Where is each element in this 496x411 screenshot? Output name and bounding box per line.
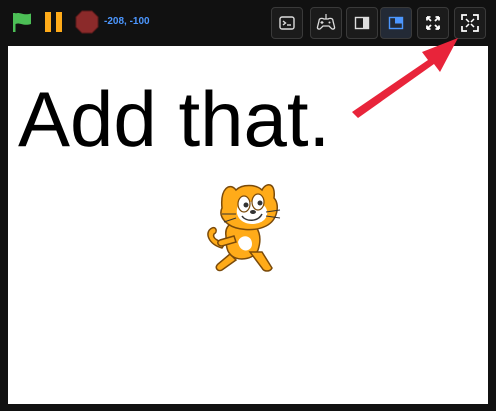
pause-icon[interactable] [42,10,66,34]
green-flag-icon[interactable] [10,10,34,34]
small-stage-icon [354,16,370,30]
expand-icon [461,14,479,32]
terminal-icon [279,16,295,30]
small-stage-button[interactable] [346,7,378,39]
gamepad-icon [316,14,336,30]
scratch-cat-sprite[interactable] [200,176,296,280]
fullscreen-icon [426,16,440,30]
stage-text: Add that. [18,75,331,163]
stage-canvas[interactable]: Add that. [8,46,488,404]
mouse-coordinates: -208, -100 [104,16,150,27]
normal-stage-icon [388,16,404,30]
stop-sign-icon[interactable] [74,9,100,35]
normal-stage-button[interactable] [380,7,412,39]
player-toolbar: -208, -100 [0,0,496,44]
gamepad-button[interactable] [310,7,342,39]
browser-fullscreen-button[interactable] [454,7,486,39]
fullscreen-button[interactable] [417,7,449,39]
addons-button[interactable] [271,7,303,39]
